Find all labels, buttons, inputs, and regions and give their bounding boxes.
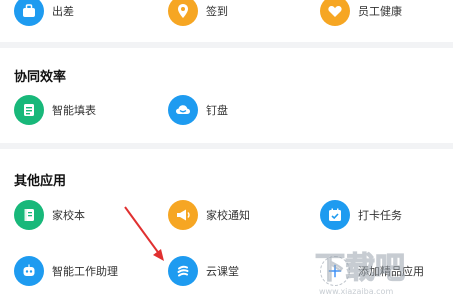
heart-icon bbox=[320, 0, 350, 26]
app-home-school-notice[interactable]: 家校通知 bbox=[168, 200, 250, 230]
section-title-collaboration: 协同效率 bbox=[14, 70, 67, 85]
app-check-in[interactable]: 签到 bbox=[168, 0, 228, 26]
form-icon bbox=[14, 95, 44, 125]
app-business-trip[interactable]: 出差 bbox=[14, 0, 74, 26]
section-divider bbox=[0, 42, 453, 48]
app-label: 云课堂 bbox=[206, 265, 239, 278]
notebook-icon bbox=[14, 200, 44, 230]
app-home-school-book[interactable]: 家校本 bbox=[14, 200, 85, 230]
app-label: 打卡任务 bbox=[358, 209, 402, 222]
robot-icon bbox=[14, 256, 44, 286]
calendar-check-icon bbox=[320, 200, 350, 230]
cloud-icon bbox=[168, 95, 198, 125]
suitcase-icon bbox=[14, 0, 44, 26]
classroom-icon bbox=[168, 256, 198, 286]
watermark-url: www.xiazaiba.com bbox=[319, 287, 393, 296]
app-label: 员工健康 bbox=[358, 5, 402, 18]
app-label: 出差 bbox=[52, 5, 74, 18]
app-cloud-classroom[interactable]: 云课堂 bbox=[168, 256, 239, 286]
app-smart-assistant[interactable]: 智能工作助理 bbox=[14, 256, 118, 286]
app-punch-task[interactable]: 打卡任务 bbox=[320, 200, 402, 230]
app-label: 添加精品应用 bbox=[358, 265, 424, 278]
app-label: 智能填表 bbox=[52, 104, 96, 117]
location-pin-icon bbox=[168, 0, 198, 26]
app-label: 签到 bbox=[206, 5, 228, 18]
app-employee-health[interactable]: 员工健康 bbox=[320, 0, 402, 26]
add-featured-app-button[interactable]: 添加精品应用 bbox=[320, 256, 424, 286]
app-label: 钉盘 bbox=[206, 104, 228, 117]
app-label: 家校通知 bbox=[206, 209, 250, 222]
app-label: 家校本 bbox=[52, 209, 85, 222]
section-title-other-apps: 其他应用 bbox=[14, 174, 67, 189]
megaphone-icon bbox=[168, 200, 198, 230]
app-ding-disk[interactable]: 钉盘 bbox=[168, 95, 228, 125]
app-smart-form[interactable]: 智能填表 bbox=[14, 95, 96, 125]
app-label: 智能工作助理 bbox=[52, 265, 118, 278]
section-divider bbox=[0, 143, 453, 149]
plus-icon bbox=[320, 256, 350, 286]
